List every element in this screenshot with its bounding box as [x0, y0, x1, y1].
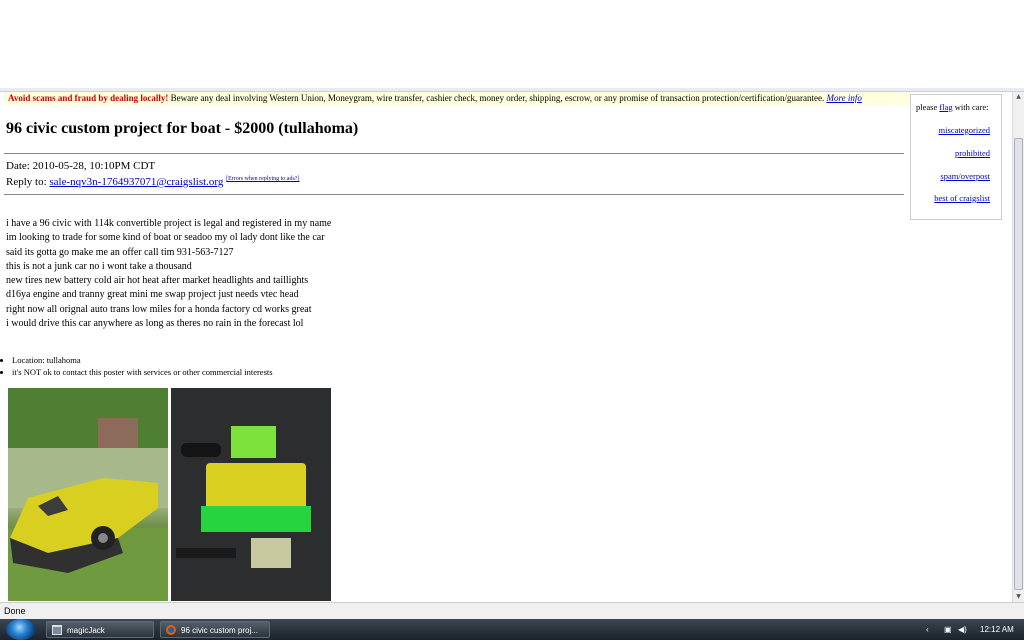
contact-notice-item: it's NOT ok to contact this poster with … — [12, 366, 273, 378]
tray-expand-chevron-icon[interactable]: ‹ — [926, 619, 929, 640]
flag-link[interactable]: flag — [939, 102, 952, 112]
reply-to: Reply to: sale-nqv3n-1764937071@craigsli… — [6, 176, 299, 188]
posting-details-list: Location: tullahoma it's NOT ok to conta… — [4, 354, 273, 378]
car-photo[interactable] — [8, 388, 168, 601]
date-value: 2010-05-28, 10:10PM CDT — [32, 160, 156, 172]
posting-body: i have a 96 civic with 114k convertible … — [6, 218, 332, 330]
window-app-icon — [52, 625, 62, 635]
scrollbar-thumb[interactable] — [1014, 138, 1023, 590]
scroll-down-arrow-icon[interactable]: ▼ — [1013, 592, 1024, 602]
system-tray: ‹ ▣ ◀) 12:12 AM — [924, 619, 1024, 640]
posting-date: Date: 2010-05-28, 10:10PM CDT — [6, 160, 155, 172]
flag-prefix: please — [916, 102, 940, 112]
taskbar-button-firefox[interactable]: 96 civic custom proj... — [160, 621, 270, 638]
clock[interactable]: 12:12 AM — [980, 619, 1014, 640]
title-divider — [4, 153, 904, 154]
scam-warning-text: Beware any deal involving Western Union,… — [168, 93, 827, 103]
taskbar-button-magicjack[interactable]: magicJack — [46, 621, 154, 638]
scam-warning-strong: Avoid scams and fraud by dealing locally… — [8, 93, 169, 103]
more-info-link[interactable]: More info — [826, 93, 861, 103]
flag-prohibited-link[interactable]: prohibited — [955, 148, 990, 158]
volume-icon[interactable]: ◀) — [958, 619, 967, 640]
flag-best-of-link[interactable]: best of craigslist — [934, 193, 990, 203]
status-text: Done — [4, 606, 26, 616]
date-label: Date: — [6, 160, 33, 172]
taskbar-label-firefox: 96 civic custom proj... — [181, 626, 258, 635]
flag-box-heading: please flag with care: — [916, 102, 988, 112]
flag-miscategorized-link[interactable]: miscategorized — [939, 125, 990, 135]
engine-photo[interactable] — [171, 388, 331, 601]
reply-errors-link[interactable]: [Errors when replying to ads?] — [226, 176, 299, 182]
status-bar: Done — [0, 602, 1024, 619]
firefox-icon — [166, 625, 176, 635]
reply-label: Reply to: — [6, 176, 50, 188]
header-divider — [4, 194, 904, 195]
scroll-up-arrow-icon[interactable]: ▲ — [1013, 92, 1024, 102]
flag-suffix: with care: — [952, 102, 989, 112]
reply-email-link[interactable]: sale-nqv3n-1764937071@craigslist.org — [49, 176, 223, 188]
vertical-scrollbar[interactable]: ▲ ▼ — [1012, 92, 1024, 602]
scam-warning-bar: Avoid scams and fraud by dealing locally… — [4, 92, 910, 105]
browser-top-area — [0, 0, 1024, 88]
flag-box: please flag with care: miscategorized pr… — [910, 94, 1002, 220]
engine-photo-illustration — [171, 388, 331, 601]
location-item: Location: tullahoma — [12, 354, 273, 366]
car-photo-illustration — [8, 388, 168, 601]
network-icon[interactable]: ▣ — [944, 619, 952, 640]
taskbar: magicJack 96 civic custom proj... ‹ ▣ ◀)… — [0, 619, 1024, 640]
taskbar-label-magicjack: magicJack — [67, 626, 105, 635]
flag-spam-link[interactable]: spam/overpost — [940, 171, 990, 181]
posting-title: 96 civic custom project for boat - $2000… — [6, 120, 359, 137]
page-content: Avoid scams and fraud by dealing locally… — [0, 92, 1012, 602]
start-button-windows-logo-icon[interactable] — [6, 619, 36, 640]
